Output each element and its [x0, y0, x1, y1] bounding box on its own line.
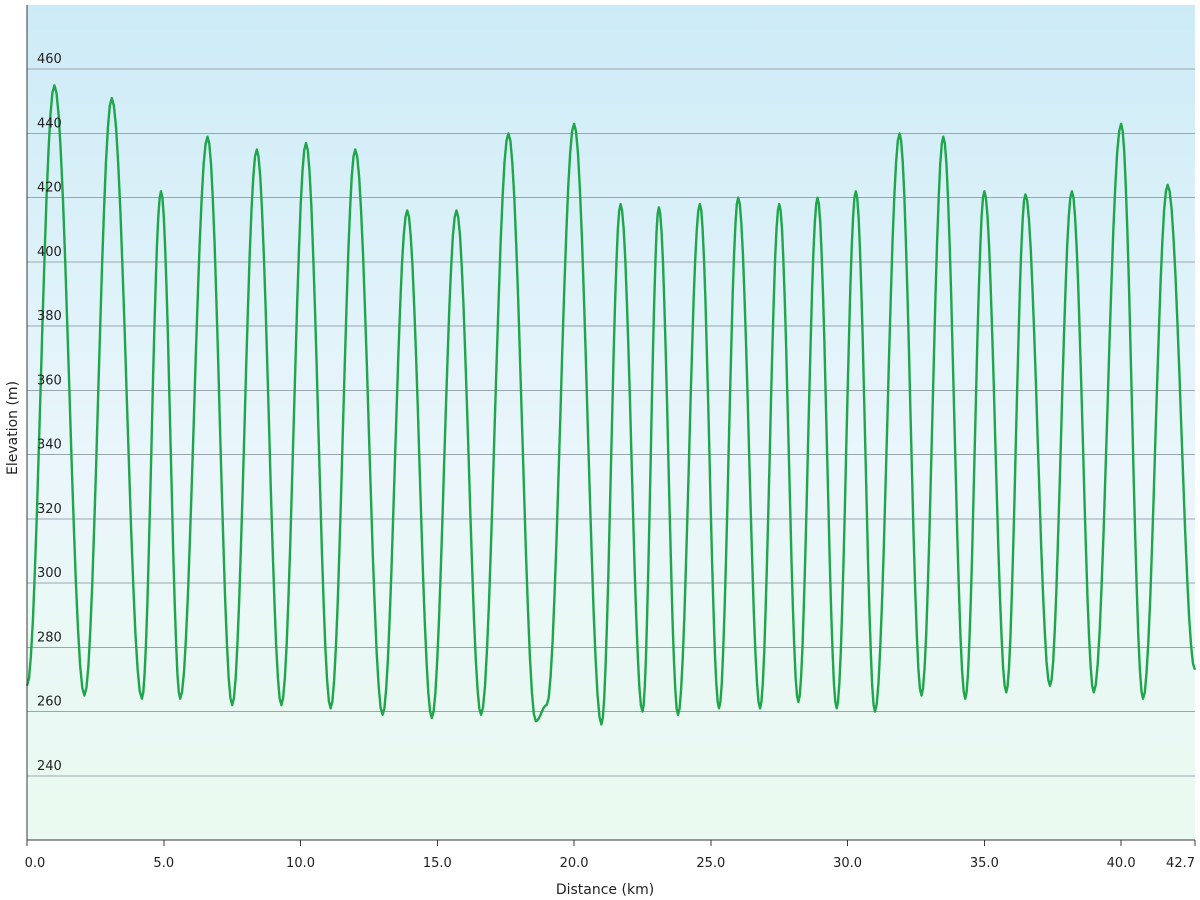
- x-tick-label: 0.0: [25, 856, 46, 871]
- y-tick-label: 340: [37, 438, 62, 453]
- x-axis-title: Distance (km): [556, 882, 654, 898]
- y-tick-label: 260: [37, 695, 62, 710]
- y-tick-label: 380: [37, 309, 62, 324]
- y-tick-label: 280: [37, 630, 62, 645]
- x-tick-label: 42.7: [1166, 856, 1195, 871]
- x-tick-label: 30.0: [833, 856, 862, 871]
- x-tick-label: 25.0: [696, 856, 725, 871]
- x-tick-label: 20.0: [560, 856, 589, 871]
- y-tick-label: 320: [37, 502, 62, 517]
- x-tick-label: 15.0: [423, 856, 452, 871]
- y-tick-label: 240: [37, 759, 62, 774]
- x-tick-label: 5.0: [153, 856, 174, 871]
- y-axis-title: Elevation (m): [5, 381, 21, 475]
- y-tick-label: 360: [37, 373, 62, 388]
- x-tick-label: 40.0: [1107, 856, 1136, 871]
- elevation-chart: 240 260 280 300 320 340 360 380 400 420 440 460 0.0 5…: [5, 5, 1197, 898]
- x-tick-label: 10.0: [286, 856, 315, 871]
- y-tick-label: 440: [37, 116, 62, 131]
- x-tick-label: 35.0: [970, 856, 999, 871]
- y-tick-label: 460: [37, 52, 62, 67]
- y-tick-label: 420: [37, 181, 62, 196]
- y-tick-label: 300: [37, 566, 62, 581]
- y-tick-label: 400: [37, 245, 62, 260]
